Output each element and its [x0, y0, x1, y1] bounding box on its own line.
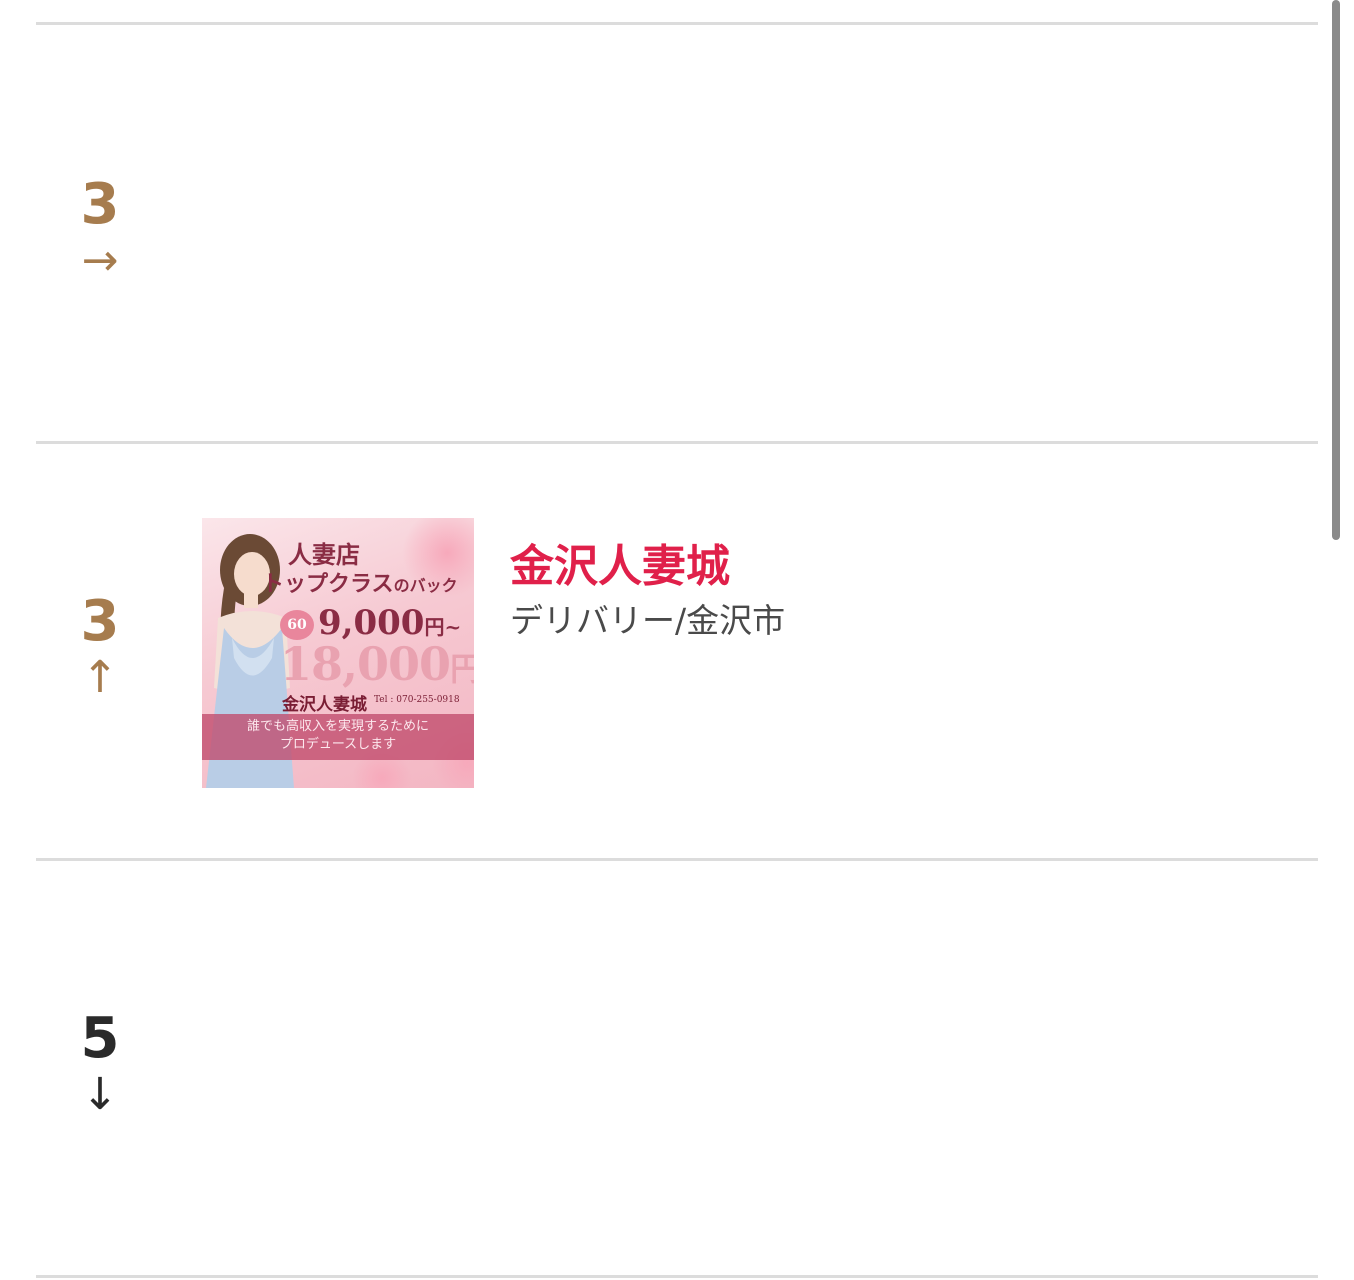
trend-right-arrow-icon: →	[81, 235, 119, 286]
shop-banner-image[interactable]: 人妻店 トップクラスのバック 60 9,000円~ 18,000円 金沢人妻城 T…	[202, 518, 474, 788]
banner-tel: Tel : 070-255-0918	[374, 695, 460, 705]
banner-tagline-1: 誰でも高収入を実現するために	[246, 719, 429, 734]
ranking-row-2[interactable]: 3 ↑ 人妻店 トップクラスのバック 60 9,000円~ 18,000円 金沢人…	[36, 444, 1318, 858]
ranking-row-3[interactable]: 5 ↓	[36, 861, 1318, 1275]
banner-price-low-unit: 円~	[424, 615, 462, 639]
trend-down-arrow-icon: ↓	[81, 1069, 119, 1120]
banner-badge: 60	[280, 610, 314, 640]
shop-category: デリバリー/金沢市	[510, 601, 786, 640]
banner-headline: 人妻店	[288, 540, 360, 569]
banner-subheadline-main: トップクラス	[262, 571, 394, 597]
banner-subheadline-suffix: のバック	[393, 576, 458, 595]
shop-name-link[interactable]: 金沢人妻城	[510, 530, 730, 594]
banner-tagline-2: プロデュースします	[279, 737, 397, 752]
rank-number: 5	[80, 1006, 120, 1071]
vertical-scrollbar[interactable]	[1332, 0, 1340, 540]
banner-price-high: 18,000円	[280, 638, 474, 695]
rank-indicator: 3 ↑	[36, 592, 164, 704]
rank-indicator: 3 →	[36, 175, 164, 287]
banner-subheadline: トップクラスのバック	[262, 570, 458, 600]
rank-number: 3	[80, 589, 120, 654]
rank-indicator: 5 ↓	[36, 1009, 164, 1121]
row-divider	[36, 1275, 1318, 1278]
ranking-list: 3 → 3 ↑ 人妻店 トップクラスのバック 60 9,000円~ 18,000…	[0, 0, 1354, 1280]
ranking-row-1[interactable]: 3 →	[36, 25, 1318, 441]
rank-number: 3	[80, 172, 120, 237]
trend-up-arrow-icon: ↑	[81, 652, 119, 703]
banner-price-high-value: 18,000	[280, 637, 451, 691]
banner-price-high-unit: 円	[450, 650, 474, 688]
banner-brand: 金沢人妻城	[282, 695, 367, 715]
